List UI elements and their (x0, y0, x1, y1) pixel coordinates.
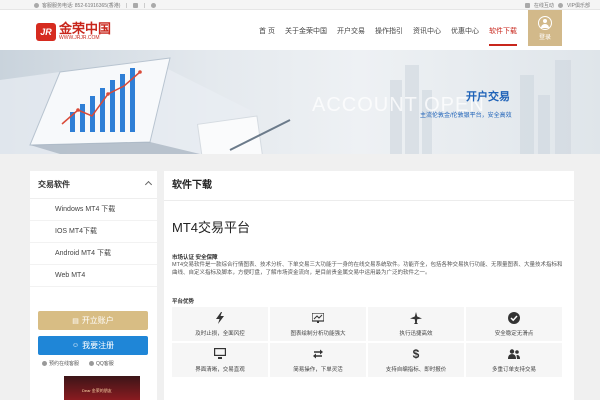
nav-news[interactable]: 资讯中心 (413, 26, 441, 36)
chart-icon (312, 312, 324, 324)
feature-item: 图表绘制分析功能强大 (270, 307, 366, 341)
top-bar: 客服服务电话: 852-61916365(香港) 在线互动 VIP俱乐部 (0, 0, 600, 10)
chat-icon (524, 3, 530, 8)
plane-icon (410, 311, 422, 324)
online-service-appointment-link[interactable]: 预约在线客服 (42, 360, 79, 367)
site-header: JR 金荣中国 WWW.JRJR.COM 首 页 关于金荣中国 开户交易 操作指… (0, 10, 600, 50)
hotline-text: 客服服务电话: 852-61916365(香港) (42, 3, 121, 9)
user-icon (538, 15, 552, 30)
chevron-right-icon (144, 180, 153, 189)
banner-subtitle: 主流伦敦金/伦敦银平台，安全高效 (420, 113, 512, 119)
promo-banner[interactable]: Dear 金荣的朋友 (64, 376, 140, 400)
content-header: 软件下载 (164, 171, 574, 201)
register-button[interactable]: ☺ 我要注册 (38, 336, 148, 355)
nav-promotions[interactable]: 优惠中心 (451, 26, 479, 36)
section-label: 市场认证 安全保障 (172, 255, 218, 261)
sidebar-title-label: 交易软件 (38, 180, 70, 189)
advantages-label: 平台优势 (172, 299, 195, 305)
feature-label: 多重订单支持交易 (491, 366, 536, 373)
feature-item: 及时止损，全面风控 (172, 307, 268, 341)
sidebar-item-web-mt4[interactable]: Web MT4 (30, 265, 157, 287)
feature-item: 执行迅捷高效 (368, 307, 464, 341)
feature-item: 界面清晰，交易直观 (172, 343, 268, 377)
open-account-label: 开立账户 (81, 316, 114, 325)
sidebar-title[interactable]: 交易软件 (30, 171, 157, 199)
phone-icon (34, 3, 39, 8)
nav-account-trading[interactable]: 开户交易 (337, 26, 365, 36)
doc-icon: ▤ (72, 317, 79, 325)
check-circle-icon (508, 311, 520, 324)
login-button[interactable]: 登录 (528, 10, 562, 46)
refresh-icon (312, 348, 324, 360)
feature-label: 图表绘制分析功能强大 (290, 330, 346, 337)
logo-mark: JR (36, 22, 56, 41)
weibo-icon[interactable] (151, 3, 157, 8)
nav-home[interactable]: 首 页 (259, 26, 275, 36)
nav-guide[interactable]: 操作指引 (375, 26, 403, 36)
lightning-icon (214, 311, 226, 324)
wechat-icon[interactable] (133, 3, 139, 8)
register-label: 我要注册 (82, 341, 115, 350)
feature-label: 简易操作，下单灵活 (293, 366, 343, 373)
sidebar-item-windows-mt4[interactable]: Windows MT4 下载 (30, 199, 157, 221)
sidebar-item-android-mt4[interactable]: Android MT4 下载 (30, 243, 157, 265)
users-icon (508, 348, 520, 360)
online-service-link[interactable]: 在线互动 (534, 2, 554, 9)
nav-software-download[interactable]: 软件下载 (488, 26, 517, 46)
feature-label: 执行迅捷高效 (399, 330, 433, 337)
feature-label: 支持自编指标、即时报价 (385, 366, 447, 373)
promo-text: Dear 金荣的朋友 (82, 388, 112, 393)
feature-label: 及时止损，全面风控 (195, 330, 245, 337)
banner-illustration (0, 57, 571, 154)
vip-club-link[interactable]: VIP俱乐部 (567, 2, 590, 9)
feature-item: 安全稳定无滑点 (466, 307, 562, 341)
site-logo[interactable]: JR 金荣中国 WWW.JRJR.COM (36, 22, 111, 41)
feature-item: 简易操作，下单灵活 (270, 343, 366, 377)
banner-title: 开户交易 (466, 91, 510, 103)
user-plus-icon: ☺ (71, 342, 80, 349)
online-service-label: 预约在线客服 (49, 361, 80, 367)
main-nav: 首 页 关于金荣中国 开户交易 操作指引 资讯中心 优惠中心 软件下载 (259, 26, 527, 46)
feature-label: 安全稳定无滑点 (494, 330, 534, 337)
feature-item: $ 支持自编指标、即时报价 (368, 343, 464, 377)
qq-service-label: QQ客服 (96, 361, 114, 367)
sidebar-item-ios-mt4[interactable]: IOS MT4下载 (30, 221, 157, 243)
qq-icon (89, 361, 95, 366)
support-links: 预约在线客服 QQ客服 (42, 360, 114, 367)
crown-icon (557, 3, 563, 8)
open-account-button[interactable]: ▤ 开立账户 (38, 311, 148, 330)
chat-icon (42, 361, 47, 366)
login-label: 登录 (538, 34, 551, 41)
logo-text-cn: 金荣中国 (59, 21, 112, 36)
features-grid: 及时止损，全面风控 图表绘制分析功能强大 执行迅捷高效 安全稳定无滑点 界面清晰… (172, 307, 562, 377)
hero-banner: ACCOUNT OPEN 开户交易 主流伦敦金/伦敦银平台，安全高效 (0, 50, 600, 154)
page-title: MT4交易平台 (172, 220, 251, 235)
desktop-icon (214, 348, 226, 360)
qq-service-link[interactable]: QQ客服 (89, 360, 114, 367)
feature-label: 界面清晰，交易直观 (195, 366, 245, 373)
dollar-icon: $ (412, 346, 420, 361)
sidebar: 交易软件 Windows MT4 下载 IOS MT4下载 Android MT… (30, 171, 157, 400)
main-content: 软件下载 MT4交易平台 市场认证 安全保障 MT4交易软件是一款综合行情图表、… (164, 171, 574, 400)
feature-item: 多重订单支持交易 (466, 343, 562, 377)
description-text: MT4交易软件是一款综合行情图表、技术分析、下单交易三大功能于一身的在线交易系统… (172, 262, 563, 276)
nav-about[interactable]: 关于金荣中国 (285, 26, 327, 36)
